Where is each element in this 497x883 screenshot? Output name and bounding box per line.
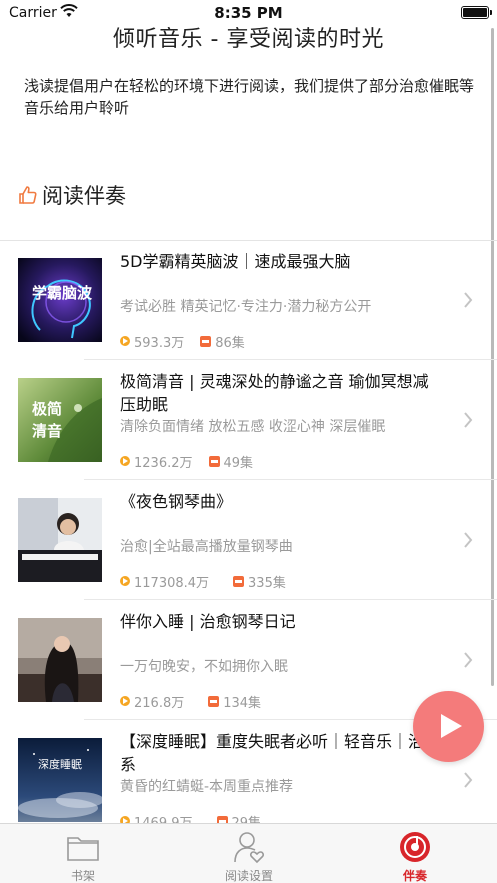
item-description: 清除负面情绪 放松五感 收涩心神 深层催眠	[120, 419, 386, 435]
item-description: 一万句晚安，不如拥你入眠	[120, 659, 288, 675]
episodes-icon	[208, 695, 220, 707]
episodes-icon	[208, 455, 220, 467]
list-item[interactable]: 《夜色钢琴曲》 治愈|全站最高播放量钢琴曲 117308.4万 335集	[0, 480, 497, 600]
item-description: 考试必胜 精英记忆·专注力·潜力秘方公开	[120, 299, 372, 315]
play-count-icon	[120, 696, 130, 706]
chevron-right-icon	[464, 652, 473, 668]
item-meta: 117308.4万 335集	[120, 573, 286, 591]
tab-label: 阅读设置	[224, 869, 273, 883]
play-count: 117308.4万	[134, 575, 210, 591]
episode-count: 86集	[215, 335, 245, 351]
album-cover: 深度睡眠	[18, 738, 102, 822]
status-bar: Carrier 8:35 PM	[0, 0, 497, 26]
item-title: 《夜色钢琴曲》	[120, 492, 233, 511]
svg-text:学霸脑波: 学霸脑波	[32, 284, 93, 302]
user-heart-icon	[234, 832, 264, 864]
folder-icon	[67, 837, 99, 861]
list-item[interactable]: 学霸脑波 5D学霸精英脑波｜速成最强大脑 考试必胜 精英记忆·专注力·潜力秘方公…	[0, 240, 497, 360]
svg-text:深度睡眠: 深度睡眠	[38, 757, 82, 771]
episode-count: 335集	[248, 575, 286, 591]
chevron-right-icon	[464, 292, 473, 308]
play-button[interactable]	[413, 691, 484, 762]
play-count-icon	[120, 576, 130, 586]
tab-reading-settings[interactable]: 阅读设置	[166, 824, 332, 883]
play-icon	[441, 714, 462, 738]
play-count: 1236.2万	[134, 455, 193, 471]
episode-count: 49集	[223, 455, 254, 471]
svg-text:清音: 清音	[32, 422, 62, 440]
tab-bar: 书架 阅读设置 伴奏	[0, 823, 497, 883]
chevron-right-icon	[464, 772, 473, 788]
item-title: 极简清音 | 灵魂深处的静谧之音 瑜伽冥想减压助眠	[120, 372, 429, 414]
item-meta: 593.3万 86集	[120, 333, 245, 351]
album-cover	[18, 618, 102, 702]
list-item[interactable]: 极简 清音 极简清音 | 灵魂深处的静谧之音 瑜伽冥想减压助眠 清除负面情绪 放…	[0, 360, 497, 480]
album-cover	[18, 498, 102, 582]
clock-label: 8:35 PM	[214, 4, 283, 22]
item-title: 5D学霸精英脑波｜速成最强大脑	[120, 252, 351, 271]
battery-icon	[461, 6, 492, 19]
play-count: 216.8万	[134, 695, 185, 711]
item-meta: 216.8万 134集	[120, 693, 262, 711]
album-cover: 极简 清音	[18, 378, 102, 462]
chevron-right-icon	[464, 532, 473, 548]
episodes-icon	[233, 575, 245, 587]
episode-count: 134集	[223, 695, 262, 711]
page-title: 倾听音乐 - 享受阅读的时光	[113, 27, 384, 52]
play-count: 593.3万	[134, 335, 185, 351]
tab-accompaniment[interactable]: 伴奏	[332, 824, 497, 883]
item-description: 黄昏的红蜻蜓-本周重点推荐	[120, 779, 294, 795]
play-count-icon	[120, 456, 130, 466]
music-disc-icon	[400, 832, 430, 862]
chevron-right-icon	[464, 412, 473, 428]
play-count-icon	[120, 336, 130, 346]
svg-text:极简: 极简	[32, 400, 62, 418]
tab-label: 伴奏	[402, 869, 427, 883]
album-cover: 学霸脑波	[18, 258, 102, 342]
item-description: 治愈|全站最高播放量钢琴曲	[120, 539, 293, 555]
tab-bookshelf[interactable]: 书架	[0, 824, 166, 883]
intro-text: 浅读提倡用户在轻松的环境下进行阅读，我们提供了部分治愈催眠等音乐给用户聆听	[24, 77, 475, 117]
tab-label: 书架	[70, 869, 95, 883]
section-header: 阅读伴奏	[18, 180, 126, 210]
section-title: 阅读伴奏	[42, 184, 126, 208]
episodes-icon	[200, 335, 212, 347]
item-title: 【深度睡眠】重度失眠者必听｜轻音乐｜治愈系	[120, 732, 441, 774]
thumbs-up-icon	[19, 186, 37, 204]
item-title: 伴你入睡 | 治愈钢琴日记	[120, 612, 296, 631]
item-meta: 1236.2万 49集	[120, 453, 254, 471]
